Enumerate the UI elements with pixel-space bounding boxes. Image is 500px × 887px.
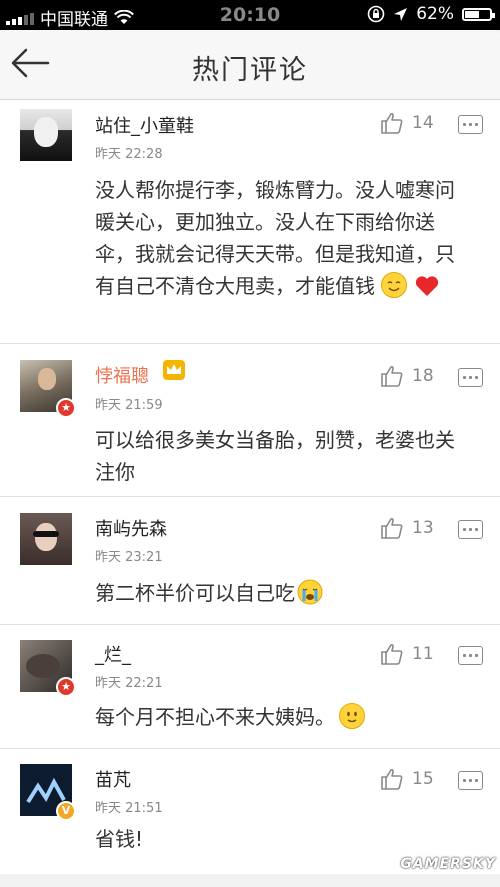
like-button[interactable]: 15 [380, 768, 434, 790]
comment-text: 每个月不担心不来大姨妈。 [95, 701, 465, 733]
more-options-button[interactable] [458, 520, 483, 539]
verified-badge-icon: ★ [56, 677, 76, 697]
like-count: 15 [412, 769, 434, 789]
crown-badge-icon [163, 360, 185, 380]
comment-text: 第二杯半价可以自己吃 [95, 577, 465, 609]
thumbs-up-icon [381, 365, 403, 387]
more-options-button[interactable] [458, 646, 483, 665]
comment-text: 没人帮你提行李，锻炼臂力。没人嘘寒问暖关心，更加独立。没人在下雨给你送伞，我就会… [95, 178, 455, 298]
like-button[interactable]: 14 [380, 112, 434, 134]
thumbs-up-icon [381, 768, 403, 790]
username[interactable]: 苗芃 [95, 766, 131, 792]
username[interactable]: 南屿先森 [95, 515, 167, 541]
verified-badge-icon: V [56, 801, 76, 821]
like-count: 18 [412, 366, 434, 386]
rotation-lock-icon [367, 5, 385, 23]
username[interactable]: 站住_小童鞋 [95, 112, 194, 138]
like-button[interactable]: 11 [380, 643, 434, 665]
verified-badge-icon: ★ [56, 398, 76, 418]
username[interactable]: 悖福聰 [95, 362, 149, 388]
comment-item: ★ _烂_ 昨天 22:21 11 每个月不担心不来大姨妈。 [0, 625, 500, 749]
battery-icon [462, 7, 495, 21]
comment-list: 站住_小童鞋 昨天 22:28 14 没人帮你提行李，锻炼臂力。没人嘘寒问暖关心… [0, 100, 500, 874]
thumbs-up-icon [381, 112, 403, 134]
smile-emoji-icon [381, 272, 408, 298]
comment-item: 南屿先森 昨天 23:21 13 第二杯半价可以自己吃 [0, 497, 500, 625]
page-title: 热门评论 [192, 55, 308, 86]
comment-time: 昨天 21:51 [95, 801, 163, 816]
comment-time: 昨天 23:21 [95, 550, 163, 565]
comment-time: 昨天 22:21 [95, 676, 163, 691]
like-count: 13 [412, 518, 434, 538]
thumbs-up-icon [381, 517, 403, 539]
battery-percent: 62% [416, 4, 454, 24]
watermark: GAMERSKY [400, 856, 496, 872]
comment-text: 可以给很多美女当备胎，别赞，老婆也关注你 [95, 428, 455, 484]
smile-emoji-icon [339, 703, 365, 729]
username[interactable]: _烂_ [95, 641, 131, 667]
crying-emoji-icon [297, 579, 323, 605]
like-count: 14 [412, 113, 434, 133]
more-options-button[interactable] [458, 771, 483, 790]
avatar[interactable] [20, 513, 72, 565]
avatar[interactable] [20, 109, 72, 161]
comment-time: 昨天 22:28 [95, 147, 163, 162]
comment-time: 昨天 21:59 [95, 398, 163, 413]
comment-text: 省钱! [95, 827, 144, 851]
more-options-button[interactable] [458, 115, 483, 134]
comment-item: ★ 悖福聰 昨天 21:59 18 可以给很多美女当备胎，别赞，老婆也关注你 [0, 344, 500, 497]
like-button[interactable]: 13 [380, 517, 434, 539]
comment-item: 站住_小童鞋 昨天 22:28 14 没人帮你提行李，锻炼臂力。没人嘘寒问暖关心… [0, 100, 500, 344]
like-button[interactable]: 18 [380, 365, 434, 387]
more-options-button[interactable] [458, 368, 483, 387]
like-count: 11 [412, 644, 434, 664]
location-arrow-icon [394, 7, 408, 21]
navigation-bar: 热门评论 [0, 30, 500, 100]
comment-item: V 苗芃 昨天 21:51 15 省钱! GAMERSKY [0, 749, 500, 874]
thumbs-up-icon [381, 643, 403, 665]
heart-emoji-icon [415, 276, 438, 296]
status-bar: 中国联通 20:10 62% [0, 0, 500, 30]
